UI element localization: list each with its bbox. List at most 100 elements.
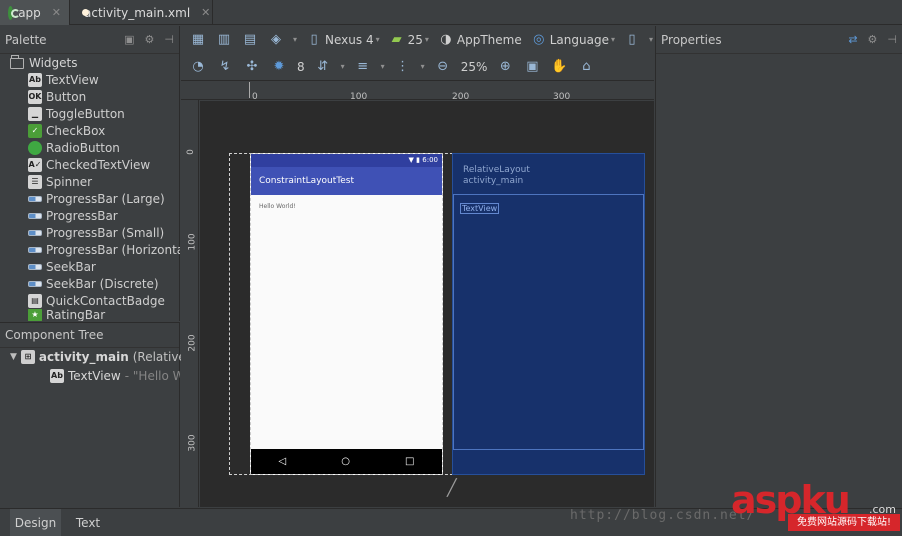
chevron-down-icon: ▾ xyxy=(420,62,425,71)
palette-item-label: TextView xyxy=(46,72,99,87)
android-app-icon xyxy=(8,5,21,20)
properties-panel: Properties ⇄ ⚙ ⊣ xyxy=(655,26,902,507)
pin-icon[interactable]: ⊣ xyxy=(887,33,897,46)
tree-node-activity-main[interactable]: ▼ ⊞ activity_main (RelativeLayout) xyxy=(10,350,189,364)
gear-icon[interactable]: ⚙ xyxy=(868,33,878,46)
status-time: 6:00 xyxy=(422,156,438,164)
zoom-to-fit-icon[interactable]: ▣ xyxy=(523,59,541,75)
tab-activity-main-xml[interactable]: activity_main.xml ✕ xyxy=(71,0,213,25)
tab-design[interactable]: Design xyxy=(10,509,61,536)
status-bar: ▼ ▮ 6:00 xyxy=(251,154,442,167)
blueprint-content-area: TextView xyxy=(453,194,644,450)
palette-item-label: ProgressBar (Large) xyxy=(46,191,165,206)
palette-item-radiobutton[interactable]: RadioButton xyxy=(28,139,180,156)
pin-icon[interactable]: ⊣ xyxy=(164,33,174,46)
blueprint-preview[interactable]: RelativeLayout activity_main TextView xyxy=(452,153,645,475)
palette-item-progressbar-small[interactable]: ProgressBar (Small) xyxy=(28,224,180,241)
split-view-icon[interactable]: ▤ xyxy=(241,32,259,48)
blueprint-view-icon[interactable]: ▥ xyxy=(215,32,233,48)
palette-item-progressbar-horizontal[interactable]: ProgressBar (Horizontal) xyxy=(28,241,180,258)
language-label: Language xyxy=(549,32,609,47)
palette-item-label: CheckBox xyxy=(46,123,106,138)
default-margin-value[interactable]: 8 xyxy=(297,60,305,74)
clear-constraints-icon[interactable]: ✣ xyxy=(243,59,261,75)
progress-bar-icon xyxy=(28,195,42,202)
theme-selector[interactable]: ◑ AppTheme xyxy=(437,32,522,48)
checked-text-view-icon: A✓ xyxy=(28,157,42,172)
orientation-icon[interactable]: ◈ xyxy=(267,32,285,48)
pack-icon[interactable]: ⇵ xyxy=(314,59,332,75)
palette-item-button[interactable]: OK Button xyxy=(28,88,180,105)
ruler-y-label-200: 200 xyxy=(187,334,198,352)
palette-item-label: ToggleButton xyxy=(46,106,125,121)
design-preview-phone[interactable]: ▼ ▮ 6:00 ConstraintLayoutTest Hello Worl… xyxy=(250,153,443,475)
palette-item-checkedtextview[interactable]: A✓ CheckedTextView xyxy=(28,156,180,173)
progress-bar-icon xyxy=(28,212,42,219)
rating-bar-icon: ★ xyxy=(28,309,42,321)
back-icon[interactable]: ◁ xyxy=(279,456,287,467)
palette-item-textview[interactable]: Ab TextView xyxy=(28,71,180,88)
palette-group-widgets[interactable]: Widgets xyxy=(10,54,78,70)
expand-triangle-icon[interactable]: ▼ xyxy=(10,352,17,362)
palette-item-seekbar-discrete[interactable]: SeekBar (Discrete) xyxy=(28,275,180,292)
palette-item-progressbar[interactable]: ProgressBar xyxy=(28,207,180,224)
seekbar-icon xyxy=(28,280,42,287)
site-watermark: aspku .com 免费网站源码下载站! xyxy=(731,478,901,536)
palette-title: Palette xyxy=(5,32,47,47)
palette-item-checkbox[interactable]: ✓ CheckBox xyxy=(28,122,180,139)
zoom-in-icon[interactable]: ⊕ xyxy=(496,59,514,75)
guidelines-icon[interactable]: ⋮ xyxy=(394,59,412,75)
tab-text[interactable]: Text xyxy=(64,509,112,536)
close-icon[interactable]: ✕ xyxy=(52,6,61,19)
recent-apps-icon[interactable]: □ xyxy=(405,456,414,467)
editor-tab-bar: app ✕ activity_main.xml ✕ xyxy=(0,0,902,25)
android-icon: ▰ xyxy=(391,32,402,47)
device-frame-icon[interactable]: ▯ xyxy=(623,32,641,48)
hello-world-textview[interactable]: Hello World! xyxy=(259,203,296,210)
tree-child-value: - "Hello World!" xyxy=(124,369,180,383)
blueprint-textview[interactable]: TextView xyxy=(460,203,500,214)
design-view-icon[interactable]: ▦ xyxy=(189,32,207,48)
palette-item-ratingbar[interactable]: ★ RatingBar xyxy=(28,309,180,321)
properties-header: Properties ⇄ ⚙ ⊣ xyxy=(656,26,902,54)
app-bar: ConstraintLayoutTest xyxy=(251,167,442,195)
ruler-tick xyxy=(249,82,250,98)
seekbar-icon xyxy=(28,263,42,270)
home-icon[interactable]: ○ xyxy=(341,456,350,467)
palette-item-quickcontactbadge[interactable]: ▤ QuickContactBadge xyxy=(28,292,180,309)
tree-node-textview[interactable]: Ab TextView - "Hello World!" xyxy=(50,369,180,383)
palette-item-label: RadioButton xyxy=(46,140,120,155)
language-selector[interactable]: ◎ Language ▾ xyxy=(530,32,615,48)
palette-item-seekbar[interactable]: SeekBar xyxy=(28,258,180,275)
tab-app[interactable]: app ✕ xyxy=(0,0,70,25)
hide-constraints-icon[interactable]: ◔ xyxy=(189,59,207,75)
gear-icon[interactable]: ⚙ xyxy=(145,33,155,46)
zoom-out-icon[interactable]: ⊖ xyxy=(434,59,452,75)
button-icon: OK xyxy=(28,89,42,104)
palette-item-label: SeekBar xyxy=(46,259,96,274)
close-icon[interactable]: ✕ xyxy=(201,6,210,19)
palette-item-spinner[interactable]: ☰ Spinner xyxy=(28,173,180,190)
swap-icon[interactable]: ⇄ xyxy=(848,33,857,46)
palette-item-progressbar-large[interactable]: ProgressBar (Large) xyxy=(28,190,180,207)
palette-item-togglebutton[interactable]: ▁ ToggleButton xyxy=(28,105,180,122)
resize-handle-icon[interactable]: ╱ xyxy=(447,478,462,497)
theme-label: AppTheme xyxy=(456,32,522,47)
component-tree-header: Component Tree xyxy=(0,323,179,348)
collapse-icon[interactable]: ▣ xyxy=(124,33,134,46)
layout-editor-toolbar: ▦ ▥ ▤ ◈ ▾ ▯ Nexus 4 ▾ ▰ 25 ▾ ◑ AppTheme ◎ Langu… xyxy=(181,26,654,81)
align-icon[interactable]: ≡ xyxy=(354,59,372,75)
api-selector[interactable]: ▰ 25 ▾ xyxy=(388,32,429,48)
device-selector[interactable]: ▯ Nexus 4 ▾ xyxy=(305,32,379,48)
battery-icon: ▮ xyxy=(416,156,421,164)
palette-tools: ▣ ⚙ ⊣ xyxy=(124,33,174,46)
checkbox-icon: ✓ xyxy=(28,123,42,138)
pan-icon[interactable]: ✋ xyxy=(550,59,568,75)
progress-bar-icon xyxy=(28,246,42,253)
palette-item-label: RatingBar xyxy=(46,309,106,321)
warning-bell-icon[interactable]: ⌂ xyxy=(577,59,595,75)
phone-icon: ▯ xyxy=(310,32,318,47)
quick-contact-badge-icon: ▤ xyxy=(28,293,42,308)
infer-constraints-icon[interactable]: ✹ xyxy=(270,59,288,75)
autoconnect-icon[interactable]: ↯ xyxy=(216,59,234,75)
